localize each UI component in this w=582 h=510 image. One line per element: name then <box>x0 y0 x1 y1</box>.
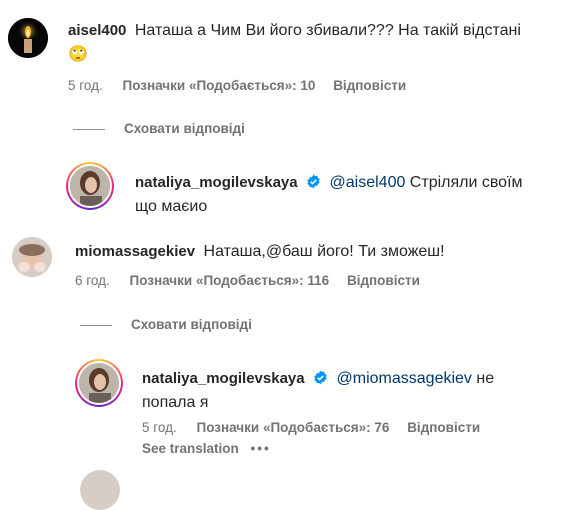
comment-username[interactable]: miomassagekiev <box>75 243 195 260</box>
comment-time[interactable]: 5 год. <box>68 78 103 93</box>
more-options-icon[interactable]: ••• <box>251 441 271 456</box>
avatar-nataliya-mogilevskaya[interactable] <box>75 359 123 407</box>
reply-button[interactable]: Відповісти <box>333 78 406 93</box>
reply-username[interactable]: nataliya_mogilevskaya <box>135 174 298 191</box>
avatar-nataliya-mogilevskaya[interactable] <box>66 162 114 210</box>
reply-text-continued: що маєио <box>135 198 208 215</box>
reply-button[interactable]: Відповісти <box>407 420 480 435</box>
comment-username[interactable]: aisel400 <box>68 22 126 39</box>
verified-badge-icon <box>314 370 327 385</box>
reply-text: не <box>471 370 495 387</box>
verified-badge-icon <box>307 174 320 189</box>
mention-link[interactable]: @aisel400 <box>330 174 406 191</box>
reply-time[interactable]: 5 год. <box>142 420 177 435</box>
candle-icon <box>8 18 48 58</box>
likes-count-link[interactable]: Позначки «Подобається»: 116 <box>130 273 330 288</box>
hide-replies-button[interactable]: Сховати відповіді <box>131 317 252 332</box>
see-translation-link[interactable]: See translation <box>142 441 239 456</box>
avatar-miomassagekiev[interactable] <box>12 237 52 277</box>
avatar-aisel400[interactable] <box>8 18 48 58</box>
comment-text: Наташа а Чим Ви його збивали??? На такій… <box>134 22 521 39</box>
profile-photo <box>79 363 119 403</box>
hide-replies-button[interactable]: Сховати відповіді <box>124 121 245 136</box>
comment-time[interactable]: 6 год. <box>75 273 110 288</box>
likes-count-link[interactable]: Позначки «Подобається»: 76 <box>197 420 390 435</box>
likes-count-link[interactable]: Позначки «Подобається»: 10 <box>123 78 316 93</box>
reply-text-continued: попала я <box>142 394 209 411</box>
reply-username[interactable]: nataliya_mogilevskaya <box>142 370 305 387</box>
divider <box>80 325 112 326</box>
reply-button[interactable]: Відповісти <box>347 273 420 288</box>
emoji: 🙄 <box>68 46 88 63</box>
profile-photo <box>70 166 110 206</box>
reply-text: Стріляли своїм <box>405 174 523 191</box>
profile-photo <box>12 237 52 277</box>
comment-text: Наташа,@баш його! Ти зможеш! <box>203 243 445 260</box>
avatar-next-comment[interactable] <box>80 470 120 510</box>
mention-link[interactable]: @miomassagekiev <box>337 370 472 387</box>
divider <box>73 129 105 130</box>
